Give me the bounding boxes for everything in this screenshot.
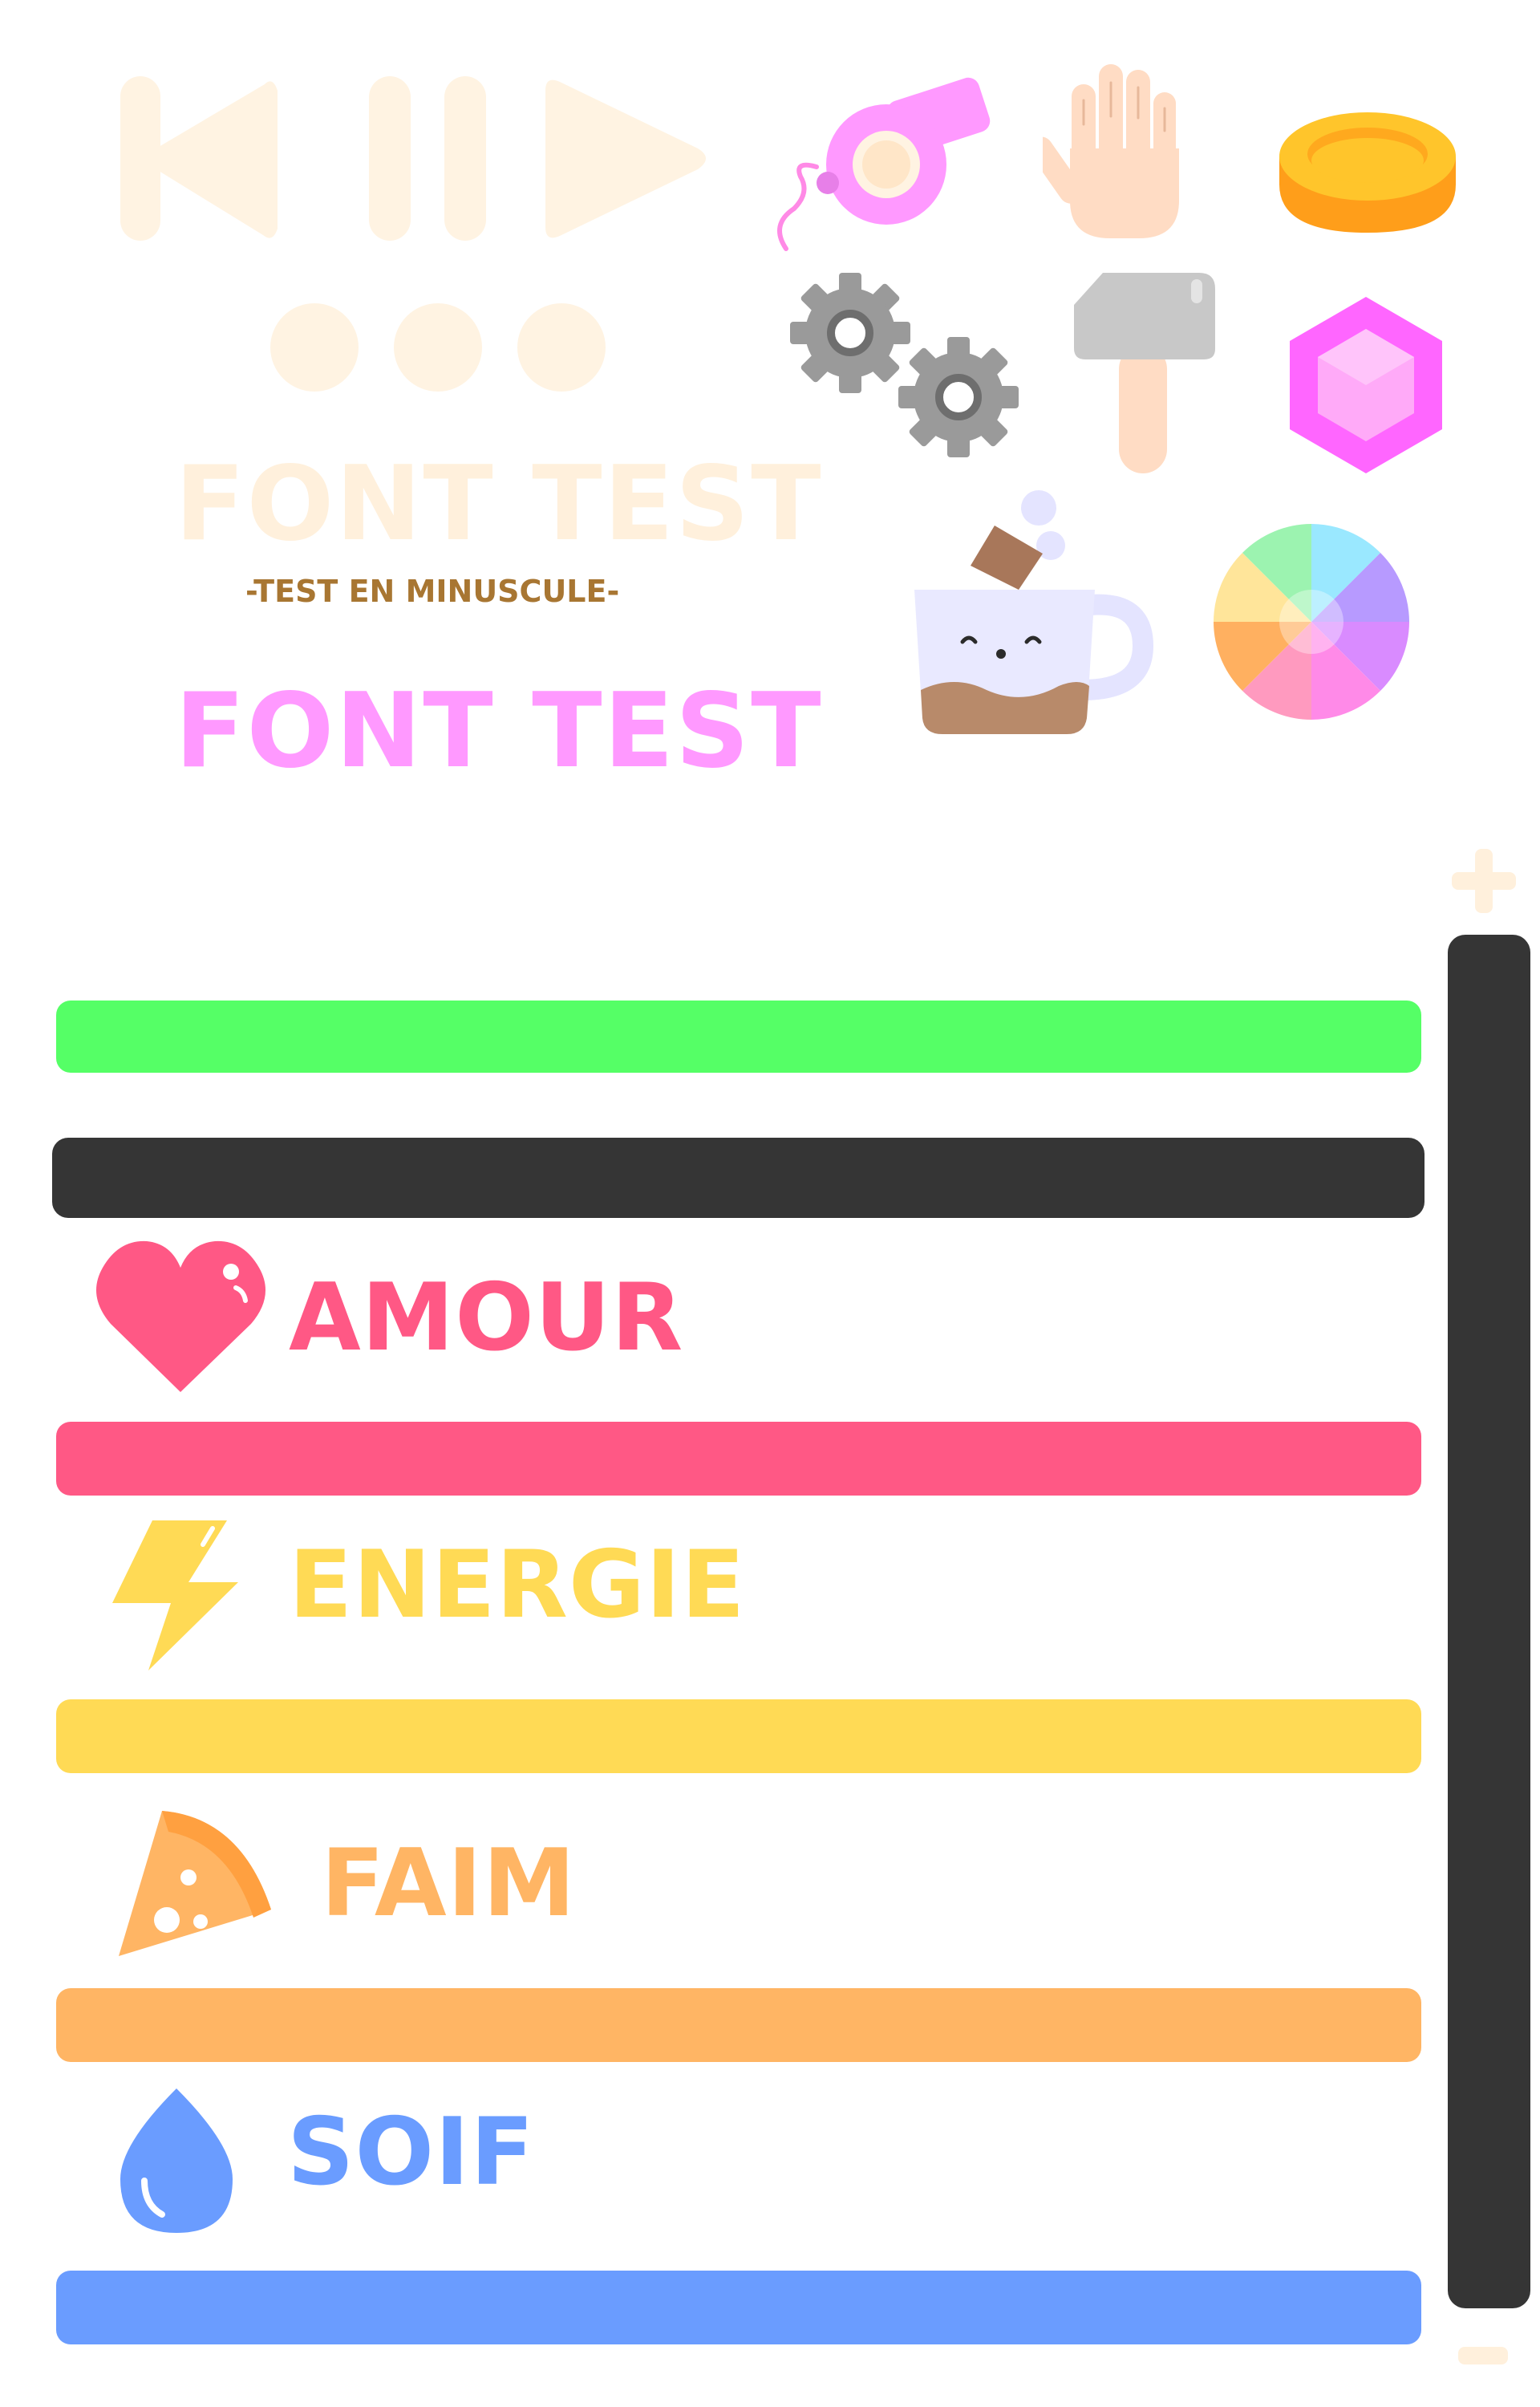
font-test-title-pink: FONT TEST	[175, 672, 823, 791]
hammer-icon	[1071, 265, 1219, 473]
coin-icon	[1275, 104, 1460, 241]
lightning-icon	[108, 1516, 245, 1673]
more-dots-icon[interactable]	[270, 303, 606, 392]
stat-label-amour: AMOUR	[289, 1264, 684, 1372]
water-drop-icon	[112, 2084, 241, 2237]
scroll-up-plus-button[interactable]	[1452, 849, 1516, 913]
dark-bar	[52, 1138, 1424, 1218]
stat-label-faim: FAIM	[321, 1829, 577, 1938]
green-bar	[56, 1001, 1421, 1073]
scrollbar-track[interactable]	[1448, 935, 1530, 2308]
stat-label-soif: SOIF	[287, 2098, 535, 2206]
stat-label-energie: ENERGIE	[289, 1531, 746, 1639]
font-test-subtitle: -TEST EN MINUSCULE-	[245, 574, 620, 609]
energie-bar	[56, 1699, 1421, 1773]
color-wheel-icon	[1211, 522, 1412, 722]
font-test-title: FONT TEST	[175, 444, 823, 564]
pause-icon[interactable]	[369, 76, 486, 241]
faim-bar	[56, 1988, 1421, 2062]
soif-bar	[56, 2271, 1421, 2344]
hand-icon	[1043, 60, 1199, 241]
coffee-mug-icon	[906, 485, 1155, 742]
gears-icon	[790, 269, 1031, 461]
media-controls	[120, 76, 714, 397]
amour-bar	[56, 1422, 1421, 1496]
pizza-icon	[112, 1801, 281, 1962]
scroll-down-minus-button[interactable]	[1458, 2347, 1508, 2364]
gem-icon	[1282, 293, 1450, 477]
play-icon[interactable]	[545, 79, 706, 238]
whistle-icon	[770, 72, 1011, 257]
heart-icon	[95, 1240, 267, 1396]
skip-back-icon[interactable]	[120, 76, 278, 241]
